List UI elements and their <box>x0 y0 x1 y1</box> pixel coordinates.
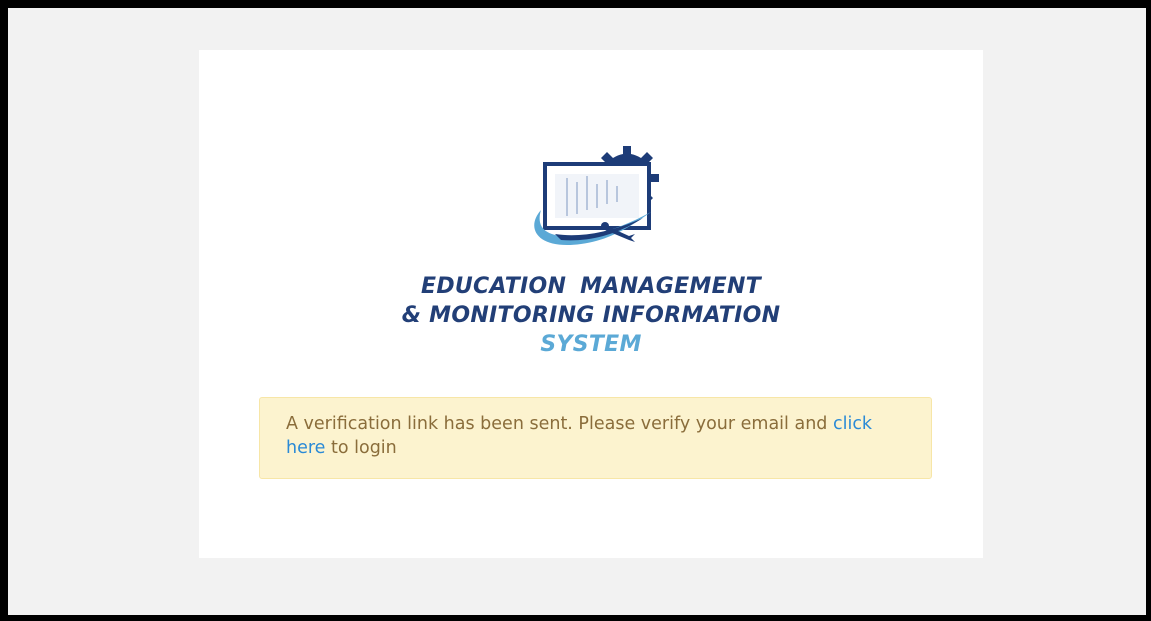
verification-alert: A verification link has been sent. Pleas… <box>259 397 932 479</box>
alert-message-after: to login <box>325 438 397 458</box>
page-background: EDUCATION MANAGEMENT & MONITORING INFORM… <box>8 8 1146 615</box>
alert-message-before: A verification link has been sent. Pleas… <box>286 414 833 434</box>
logo-title-line2: & MONITORING INFORMATION <box>401 303 781 328</box>
logo-title-line1: EDUCATION MANAGEMENT <box>421 274 761 299</box>
verification-card: EDUCATION MANAGEMENT & MONITORING INFORM… <box>199 50 983 558</box>
logo-wordmark: EDUCATION MANAGEMENT & MONITORING INFORM… <box>199 272 983 359</box>
monitor-gear-logo-icon <box>534 146 659 246</box>
emmis-logo: EDUCATION MANAGEMENT & MONITORING INFORM… <box>199 138 983 359</box>
logo-title-line3: SYSTEM <box>540 332 642 357</box>
